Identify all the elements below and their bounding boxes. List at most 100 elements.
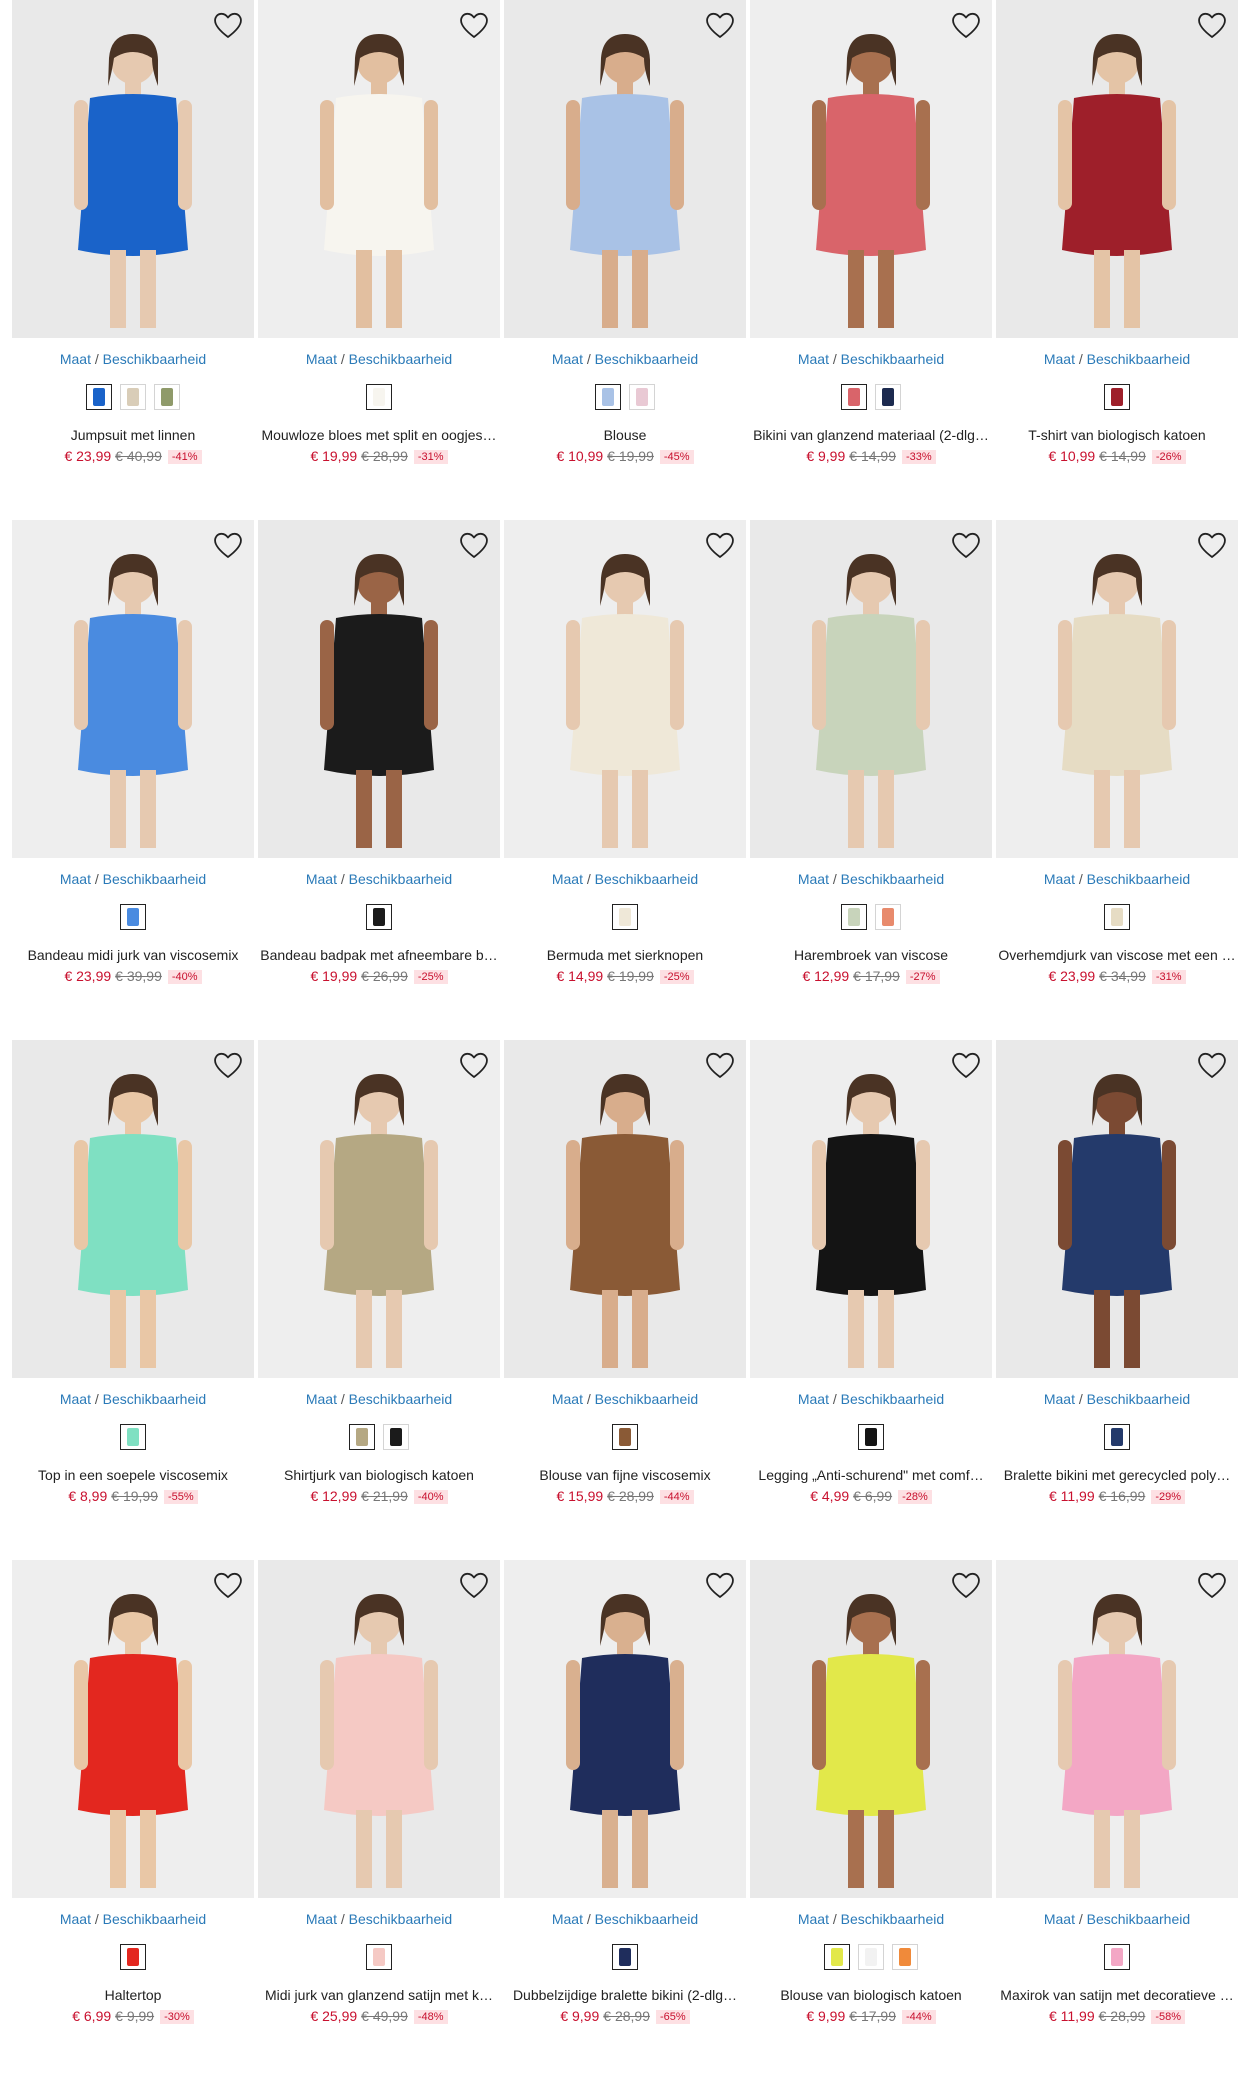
size-label[interactable]: Maat bbox=[60, 351, 91, 367]
size-label[interactable]: Maat bbox=[60, 1391, 91, 1407]
product-card-13[interactable]: Maat / Beschikbaarheid Blouse van fijne … bbox=[504, 1040, 746, 1560]
color-swatch[interactable] bbox=[154, 384, 180, 410]
color-swatch[interactable] bbox=[841, 904, 867, 930]
size-label[interactable]: Maat bbox=[798, 1391, 829, 1407]
heart-icon[interactable] bbox=[458, 1570, 490, 1600]
color-swatch[interactable] bbox=[120, 1944, 146, 1970]
heart-icon[interactable] bbox=[1196, 10, 1228, 40]
product-title[interactable]: Shirtjurk van biologisch katoen bbox=[258, 1466, 500, 1484]
product-image[interactable] bbox=[12, 520, 254, 858]
size-label[interactable]: Maat bbox=[1044, 1391, 1075, 1407]
color-swatch[interactable] bbox=[858, 1944, 884, 1970]
product-image[interactable] bbox=[258, 1560, 500, 1898]
heart-icon[interactable] bbox=[212, 1570, 244, 1600]
product-image[interactable] bbox=[12, 1560, 254, 1898]
color-swatch[interactable] bbox=[612, 1424, 638, 1450]
heart-icon[interactable] bbox=[1196, 1570, 1228, 1600]
heart-icon[interactable] bbox=[704, 1050, 736, 1080]
size-label[interactable]: Maat bbox=[60, 1911, 91, 1927]
color-swatch[interactable] bbox=[366, 384, 392, 410]
product-card-6[interactable]: Maat / Beschikbaarheid Bandeau midi jurk… bbox=[12, 520, 254, 1040]
size-label[interactable]: Maat bbox=[306, 871, 337, 887]
size-label[interactable]: Maat bbox=[798, 1911, 829, 1927]
size-label[interactable]: Maat bbox=[798, 871, 829, 887]
size-label[interactable]: Maat bbox=[552, 871, 583, 887]
availability-label[interactable]: Beschikbaarheid bbox=[1087, 1911, 1191, 1927]
size-availability-link[interactable]: Maat / Beschikbaarheid bbox=[12, 1910, 254, 1928]
product-title[interactable]: Maxirok van satijn met decoratieve … bbox=[996, 1986, 1238, 2004]
product-card-7[interactable]: Maat / Beschikbaarheid Bandeau badpak me… bbox=[258, 520, 500, 1040]
size-label[interactable]: Maat bbox=[1044, 1911, 1075, 1927]
product-image[interactable] bbox=[750, 1560, 992, 1898]
product-title[interactable]: Overhemdjurk van viscose met een … bbox=[996, 946, 1238, 964]
size-label[interactable]: Maat bbox=[552, 1911, 583, 1927]
product-image[interactable] bbox=[996, 520, 1238, 858]
heart-icon[interactable] bbox=[950, 530, 982, 560]
availability-label[interactable]: Beschikbaarheid bbox=[349, 351, 453, 367]
color-swatch[interactable] bbox=[612, 904, 638, 930]
color-swatch[interactable] bbox=[612, 1944, 638, 1970]
size-availability-link[interactable]: Maat / Beschikbaarheid bbox=[504, 1390, 746, 1408]
product-title[interactable]: Dubbelzijdige bralette bikini (2-dlg… bbox=[504, 1986, 746, 2004]
color-swatch[interactable] bbox=[629, 384, 655, 410]
size-label[interactable]: Maat bbox=[552, 351, 583, 367]
product-image[interactable] bbox=[750, 1040, 992, 1378]
size-availability-link[interactable]: Maat / Beschikbaarheid bbox=[750, 1910, 992, 1928]
heart-icon[interactable] bbox=[1196, 530, 1228, 560]
size-availability-link[interactable]: Maat / Beschikbaarheid bbox=[12, 870, 254, 888]
product-card-17[interactable]: Maat / Beschikbaarheid Midi jurk van gla… bbox=[258, 1560, 500, 2080]
availability-label[interactable]: Beschikbaarheid bbox=[349, 871, 453, 887]
availability-label[interactable]: Beschikbaarheid bbox=[841, 1391, 945, 1407]
availability-label[interactable]: Beschikbaarheid bbox=[349, 1391, 453, 1407]
product-title[interactable]: Haltertop bbox=[12, 1986, 254, 2004]
product-image[interactable] bbox=[258, 520, 500, 858]
size-availability-link[interactable]: Maat / Beschikbaarheid bbox=[750, 1390, 992, 1408]
size-availability-link[interactable]: Maat / Beschikbaarheid bbox=[12, 1390, 254, 1408]
color-swatch[interactable] bbox=[892, 1944, 918, 1970]
availability-label[interactable]: Beschikbaarheid bbox=[595, 351, 699, 367]
color-swatch[interactable] bbox=[875, 904, 901, 930]
heart-icon[interactable] bbox=[704, 530, 736, 560]
product-card-10[interactable]: Maat / Beschikbaarheid Overhemdjurk van … bbox=[996, 520, 1238, 1040]
size-availability-link[interactable]: Maat / Beschikbaarheid bbox=[750, 870, 992, 888]
product-card-20[interactable]: Maat / Beschikbaarheid Maxirok van satij… bbox=[996, 1560, 1238, 2080]
product-card-2[interactable]: Maat / Beschikbaarheid Mouwloze bloes me… bbox=[258, 0, 500, 520]
product-title[interactable]: Jumpsuit met linnen bbox=[12, 426, 254, 444]
availability-label[interactable]: Beschikbaarheid bbox=[595, 1391, 699, 1407]
product-image[interactable] bbox=[258, 1040, 500, 1378]
product-card-14[interactable]: Maat / Beschikbaarheid Legging „Anti-sch… bbox=[750, 1040, 992, 1560]
color-swatch[interactable] bbox=[349, 1424, 375, 1450]
size-label[interactable]: Maat bbox=[1044, 351, 1075, 367]
product-title[interactable]: Blouse van biologisch katoen bbox=[750, 1986, 992, 2004]
product-card-12[interactable]: Maat / Beschikbaarheid Shirtjurk van bio… bbox=[258, 1040, 500, 1560]
size-availability-link[interactable]: Maat / Beschikbaarheid bbox=[750, 350, 992, 368]
color-swatch[interactable] bbox=[1104, 384, 1130, 410]
availability-label[interactable]: Beschikbaarheid bbox=[595, 1911, 699, 1927]
heart-icon[interactable] bbox=[212, 530, 244, 560]
heart-icon[interactable] bbox=[458, 530, 490, 560]
heart-icon[interactable] bbox=[950, 1050, 982, 1080]
color-swatch[interactable] bbox=[595, 384, 621, 410]
product-image[interactable] bbox=[258, 0, 500, 338]
size-availability-link[interactable]: Maat / Beschikbaarheid bbox=[258, 1390, 500, 1408]
heart-icon[interactable] bbox=[704, 1570, 736, 1600]
size-availability-link[interactable]: Maat / Beschikbaarheid bbox=[996, 350, 1238, 368]
size-label[interactable]: Maat bbox=[306, 351, 337, 367]
availability-label[interactable]: Beschikbaarheid bbox=[103, 871, 207, 887]
heart-icon[interactable] bbox=[458, 1050, 490, 1080]
size-availability-link[interactable]: Maat / Beschikbaarheid bbox=[258, 1910, 500, 1928]
size-availability-link[interactable]: Maat / Beschikbaarheid bbox=[258, 350, 500, 368]
product-image[interactable] bbox=[504, 1560, 746, 1898]
product-image[interactable] bbox=[996, 0, 1238, 338]
color-swatch[interactable] bbox=[120, 904, 146, 930]
product-card-4[interactable]: Maat / Beschikbaarheid Bikini van glanze… bbox=[750, 0, 992, 520]
heart-icon[interactable] bbox=[1196, 1050, 1228, 1080]
product-title[interactable]: Harembroek van viscose bbox=[750, 946, 992, 964]
product-image[interactable] bbox=[750, 520, 992, 858]
availability-label[interactable]: Beschikbaarheid bbox=[103, 1391, 207, 1407]
availability-label[interactable]: Beschikbaarheid bbox=[841, 871, 945, 887]
size-availability-link[interactable]: Maat / Beschikbaarheid bbox=[504, 350, 746, 368]
product-image[interactable] bbox=[504, 520, 746, 858]
color-swatch[interactable] bbox=[1104, 1424, 1130, 1450]
product-card-11[interactable]: Maat / Beschikbaarheid Top in een soepel… bbox=[12, 1040, 254, 1560]
